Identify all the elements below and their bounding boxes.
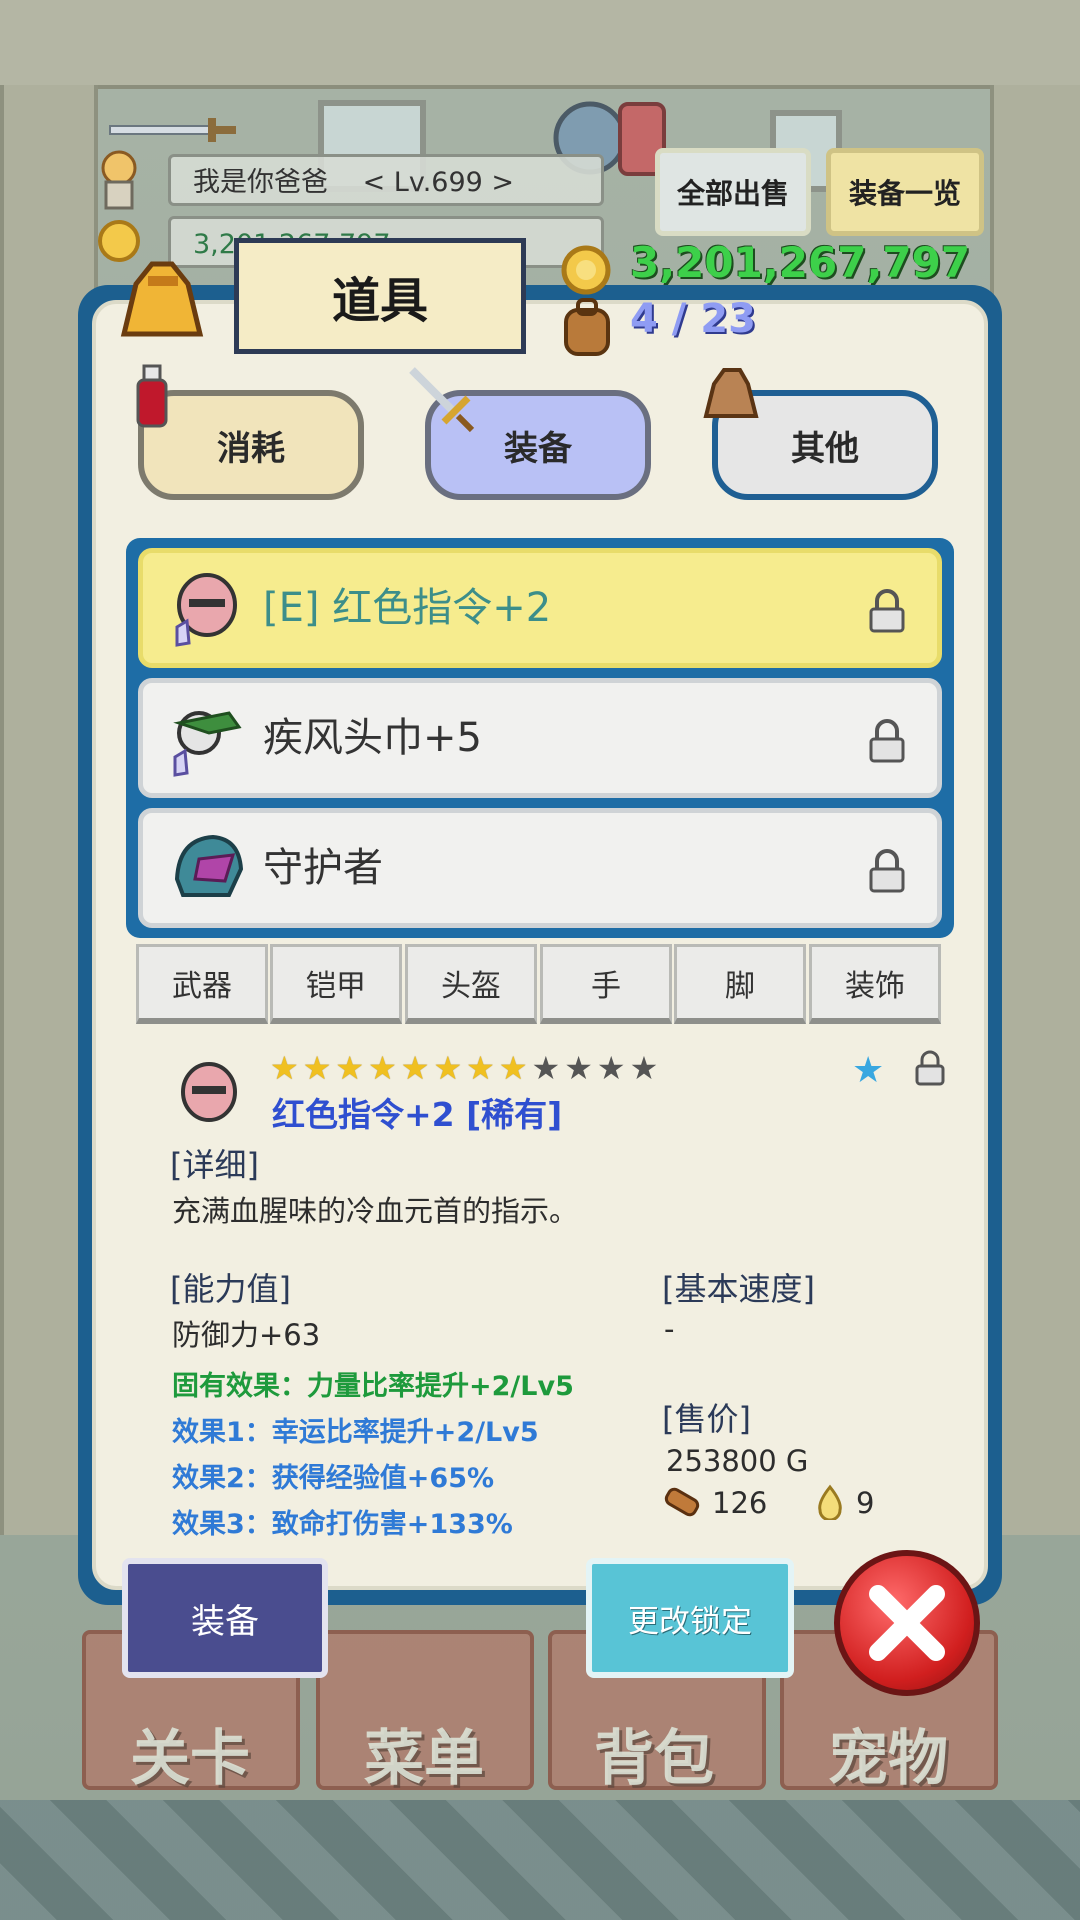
close-icon bbox=[869, 1585, 945, 1661]
gold-amount: 3,201,267,797 bbox=[630, 238, 971, 287]
lock-icon bbox=[869, 849, 905, 893]
lock-icon bbox=[869, 589, 905, 633]
star-filled-icon: ★ bbox=[302, 1049, 332, 1087]
star-empty-icon: ★ bbox=[629, 1049, 659, 1087]
background-floor bbox=[0, 1800, 1080, 1920]
detail-label: [详细] bbox=[170, 1146, 259, 1184]
item-row-guardian[interactable]: 守护者 bbox=[138, 808, 942, 928]
price-label: [售价] bbox=[662, 1400, 751, 1438]
essence-count: 9 bbox=[856, 1486, 875, 1520]
item-name: 守护者 bbox=[263, 845, 383, 891]
filter-hand[interactable]: 手 bbox=[540, 944, 672, 1024]
star-filled-icon: ★ bbox=[335, 1049, 365, 1087]
speed-label: [基本速度] bbox=[662, 1270, 815, 1308]
red-mask-icon bbox=[181, 1062, 237, 1122]
price-value: 253800 G bbox=[666, 1444, 809, 1478]
favorite-star-icon[interactable]: ★ bbox=[852, 1050, 884, 1091]
star-filled-icon: ★ bbox=[270, 1049, 299, 1087]
effect-2: 效果2：获得经验值+65% bbox=[172, 1463, 495, 1494]
green-bandana-icon bbox=[173, 711, 242, 777]
star-filled-icon: ★ bbox=[368, 1049, 397, 1087]
star-filled-icon: ★ bbox=[466, 1049, 495, 1087]
gold-coin-icon bbox=[561, 245, 611, 295]
star-empty-icon: ★ bbox=[564, 1049, 593, 1087]
item-detail-title: 红色指令+2 [稀有] bbox=[272, 1095, 563, 1134]
player-level: < Lv.699 > bbox=[362, 167, 515, 198]
nav-menu-label: 菜单 bbox=[364, 1724, 484, 1794]
inherent-effect: 固有效果：力量比率提升+2/Lv5 bbox=[172, 1371, 574, 1402]
rarity-stars: ★ ★ ★ ★ ★ ★ ★ ★ ★ ★ ★ ★ bbox=[270, 1050, 658, 1086]
item-name: [E] 红色指令+2 bbox=[263, 585, 552, 631]
item-row-red-command[interactable]: [E] 红色指令+2 bbox=[138, 548, 942, 668]
material-count: 126 bbox=[712, 1486, 768, 1520]
sell-all-button[interactable]: 全部出售 bbox=[655, 148, 811, 236]
backpack-icon bbox=[564, 298, 610, 356]
effect-1: 效果1：幸运比率提升+2/Lv5 bbox=[172, 1417, 539, 1448]
wall-sword-icon bbox=[109, 118, 236, 142]
ability-label: [能力值] bbox=[170, 1270, 291, 1308]
item-name: 疾风头巾+5 bbox=[263, 715, 482, 761]
player-name: 我是你爸爸 bbox=[193, 167, 328, 198]
item-row-gale-bandana[interactable]: 疾风头巾+5 bbox=[138, 678, 942, 798]
guardian-helmet-icon bbox=[174, 834, 244, 897]
potion-icon bbox=[136, 364, 168, 428]
panel-title: 道具 bbox=[234, 238, 526, 354]
player-avatar-icon bbox=[101, 150, 137, 210]
equip-list-button[interactable]: 装备一览 bbox=[826, 148, 984, 236]
filter-armor[interactable]: 铠甲 bbox=[270, 944, 402, 1024]
filter-weapon[interactable]: 武器 bbox=[136, 944, 268, 1024]
item-bag-icon bbox=[120, 261, 204, 337]
nav-stage-label: 关卡 bbox=[130, 1724, 250, 1794]
background-pillar-right bbox=[990, 85, 1080, 1535]
nav-pet-label: 宠物 bbox=[828, 1724, 948, 1794]
close-button[interactable] bbox=[834, 1550, 980, 1696]
item-description: 充满血腥味的冷血元首的指示。 bbox=[172, 1194, 579, 1228]
change-lock-button[interactable]: 更改锁定 bbox=[586, 1558, 794, 1678]
sword-icon bbox=[409, 367, 475, 433]
star-filled-icon: ★ bbox=[498, 1049, 528, 1087]
filter-helmet[interactable]: 头盔 bbox=[405, 944, 537, 1024]
star-empty-icon: ★ bbox=[531, 1049, 561, 1087]
star-filled-icon: ★ bbox=[400, 1049, 430, 1087]
effect-3: 效果3：致命打伤害+133% bbox=[172, 1509, 513, 1540]
player-name-field: 我是你爸爸 < Lv.699 > bbox=[168, 154, 604, 206]
filter-foot[interactable]: 脚 bbox=[674, 944, 806, 1024]
defense-stat: 防御力+63 bbox=[172, 1318, 321, 1352]
star-filled-icon: ★ bbox=[433, 1049, 463, 1087]
material-log-icon bbox=[664, 1487, 700, 1517]
bag-capacity: 4 / 23 bbox=[630, 296, 756, 342]
lock-icon bbox=[869, 719, 905, 763]
equip-button[interactable]: 装备 bbox=[122, 1558, 328, 1678]
essence-drop-icon bbox=[818, 1484, 842, 1520]
pouch-icon bbox=[703, 368, 759, 418]
lock-icon[interactable] bbox=[914, 1050, 946, 1086]
star-empty-icon: ★ bbox=[596, 1049, 626, 1087]
speed-value: - bbox=[664, 1312, 675, 1346]
filter-accessory[interactable]: 装饰 bbox=[809, 944, 941, 1024]
background-top-beam bbox=[0, 0, 1080, 89]
red-mask-icon bbox=[175, 573, 237, 647]
nav-bag-label: 背包 bbox=[594, 1724, 714, 1794]
